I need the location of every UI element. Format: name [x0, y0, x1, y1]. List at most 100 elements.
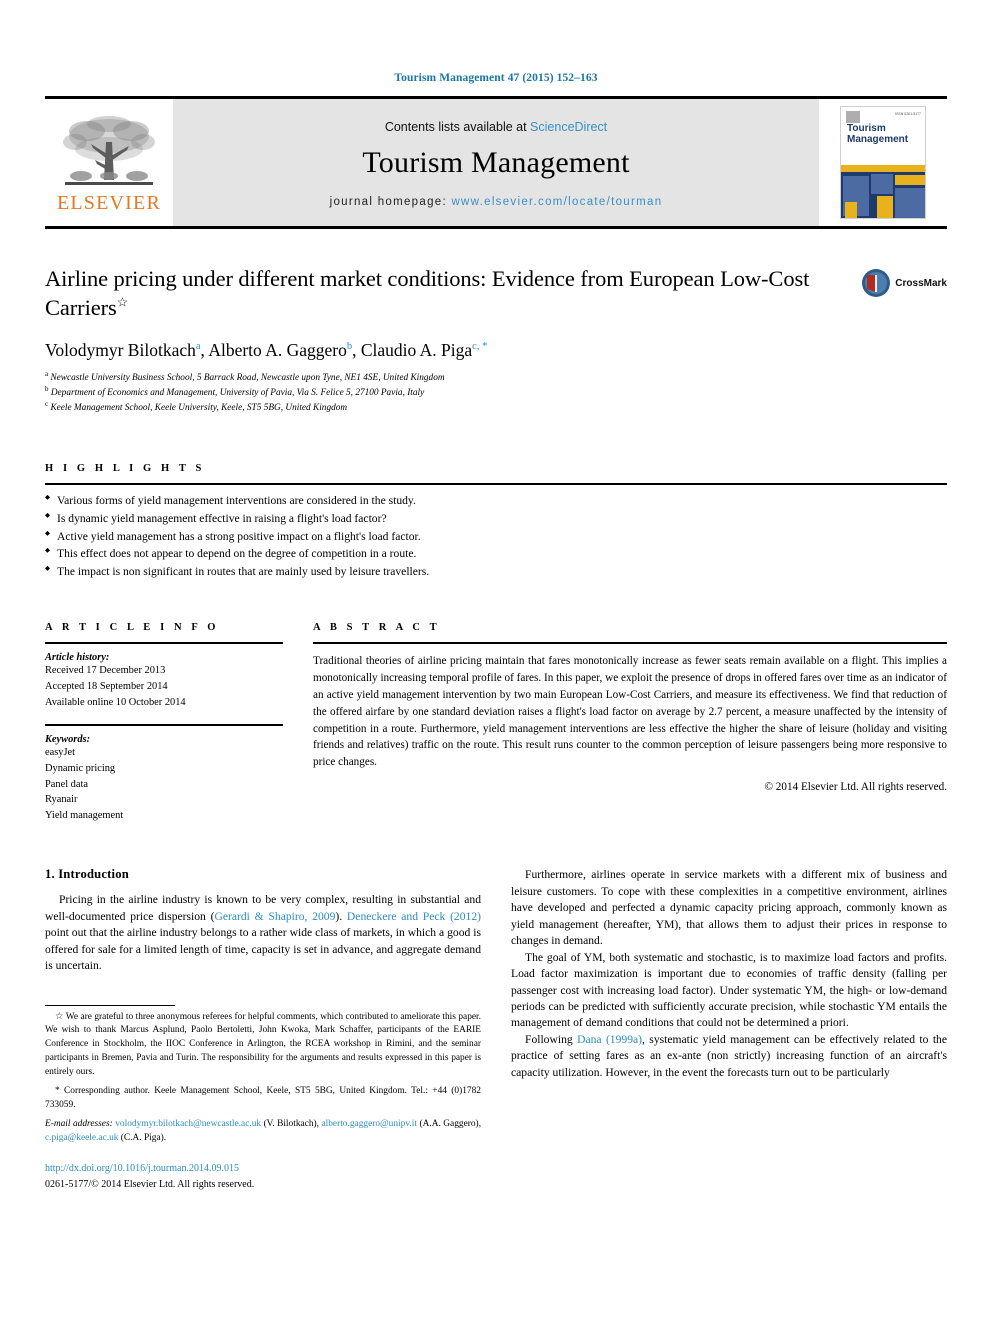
cover-elsevier-mark-icon: [846, 111, 860, 123]
journal-cover-thumbnail: ISSN 0261-5177 Tourism Management: [819, 99, 947, 226]
journal-masthead: ELSEVIER Contents lists available at Sci…: [45, 96, 947, 229]
article-history-accepted: Accepted 18 September 2014: [45, 681, 168, 693]
article-info-separator: [45, 724, 283, 727]
cover-title-line-2: Management: [847, 134, 909, 146]
article-info-label: A R T I C L E I N F O: [45, 622, 220, 634]
author-list: Volodymyr Bilotkacha, Alberto A. Gaggero…: [45, 340, 947, 361]
issn-copyright-line: 0261-5177/© 2014 Elsevier Ltd. All right…: [45, 1178, 255, 1190]
abstract-rule: [313, 642, 947, 645]
title-block: CrossMark Airline pricing under differen…: [45, 265, 947, 415]
footnote-acknowledgement: ☆ We are grateful to three anonymous ref…: [45, 1011, 481, 1080]
abstract-copyright: © 2014 Elsevier Ltd. All rights reserved…: [764, 781, 948, 794]
author-1: Volodymyr Bilotkach: [45, 339, 196, 360]
cover-title: Tourism Management: [847, 123, 908, 145]
email-owner-piga: (C.A. Piga): [120, 1133, 164, 1144]
affiliation-c-text: Keele Management School, Keele Universit…: [50, 403, 348, 414]
author-3: Claudio A. Piga: [360, 339, 473, 360]
journal-title: Tourism Management: [362, 145, 630, 179]
cover-issn: ISSN 0261-5177: [895, 112, 921, 116]
running-head: Tourism Management 47 (2015) 152–163: [394, 72, 598, 84]
abstract-label: A B S T R A C T: [313, 622, 441, 634]
keywords-heading: Keywords:: [45, 734, 91, 746]
article-history-online: Available online 10 October 2014: [45, 696, 186, 708]
crossmark-badge[interactable]: CrossMark: [861, 268, 947, 298]
masthead-center: Contents lists available at ScienceDirec…: [173, 99, 819, 226]
elsevier-logo: ELSEVIER: [45, 99, 173, 226]
sciencedirect-link[interactable]: ScienceDirect: [530, 120, 607, 134]
email-period: .: [163, 1133, 167, 1144]
intro-p1-part-b: ).: [335, 909, 347, 923]
footnote-corresponding-text: * Corresponding author. Keele Management…: [45, 1085, 481, 1110]
keyword-item: Ryanair: [45, 794, 78, 806]
title-footnote-marker: ☆: [116, 294, 129, 310]
elsevier-tree-icon: [63, 116, 155, 185]
email-link-piga[interactable]: c.piga@keele.ac.uk: [45, 1133, 118, 1143]
intro-paragraph-3: The goal of YM, both systematic and stoc…: [511, 950, 947, 1030]
list-item: Various forms of yield management interv…: [45, 492, 947, 510]
citation-deneckere-peck[interactable]: Deneckere and Peck (2012): [347, 910, 481, 923]
info-abstract-section: A R T I C L E I N F O Article history: R…: [45, 622, 947, 823]
page-title: Airline pricing under different market c…: [45, 265, 947, 323]
footnote-rule: [45, 1004, 175, 1006]
intro-p4-part-a: Following: [525, 1032, 578, 1046]
journal-homepage-line: journal homepage: www.elsevier.com/locat…: [330, 196, 663, 208]
email-addresses-label: E-mail addresses:: [45, 1119, 113, 1130]
intro-paragraph-4: Following Dana (1999a), systematic yield…: [511, 1032, 947, 1081]
article-history-heading: Article history:: [45, 652, 110, 664]
highlights-section: H I G H L I G H T S Various forms of yie…: [45, 463, 947, 580]
keyword-item: Dynamic pricing: [45, 762, 116, 774]
email-owner-gaggero: (A.A. Gaggero): [419, 1119, 479, 1130]
affiliation-a-text: Newcastle University Business School, 5 …: [50, 372, 445, 383]
article-info-rule: [45, 642, 283, 645]
abstract-text: Traditional theories of airline pricing …: [313, 655, 947, 769]
affiliation-a-marker: a: [45, 369, 49, 378]
paper-title-text: Airline pricing under different market c…: [45, 266, 810, 320]
footnote-corresponding-author: * Corresponding author. Keele Management…: [45, 1085, 481, 1113]
author-3-marker: c, *: [472, 340, 488, 352]
abstract-column: A B S T R A C T Traditional theories of …: [313, 622, 947, 823]
cover-photo: [841, 172, 925, 218]
intro-paragraph-1: Pricing in the airline industry is known…: [45, 892, 481, 974]
crossmark-label: CrossMark: [895, 277, 947, 289]
list-item: Is dynamic yield management effective in…: [45, 510, 947, 528]
citation-dana[interactable]: Dana (1999a): [577, 1033, 642, 1046]
highlights-label: H I G H L I G H T S: [45, 463, 205, 475]
homepage-url-link[interactable]: www.elsevier.com/locate/tourman: [451, 196, 662, 208]
list-item: Active yield management has a strong pos…: [45, 528, 947, 546]
affiliation-b: b Department of Economics and Management…: [45, 385, 947, 400]
list-item: This effect does not appear to depend on…: [45, 545, 947, 563]
homepage-prefix: journal homepage:: [329, 195, 452, 208]
section-heading-introduction: 1. Introduction: [45, 867, 129, 882]
affiliation-b-text: Department of Economics and Management, …: [50, 387, 425, 398]
doi-link[interactable]: http://dx.doi.org/10.1016/j.tourman.2014…: [45, 1163, 481, 1174]
article-page: Tourism Management 47 (2015) 152–163 ELS…: [0, 0, 992, 1192]
intro-p1-part-c: point out that the airline industry belo…: [45, 926, 481, 973]
affiliation-b-marker: b: [45, 384, 49, 393]
footnotes-block: ☆ We are grateful to three anonymous ref…: [45, 1004, 482, 1192]
cover-title-line-1: Tourism: [847, 123, 886, 134]
body-column-left: 1. Introduction Pricing in the airline i…: [45, 867, 481, 1192]
highlights-rule: [45, 483, 947, 486]
affiliation-a: a Newcastle University Business School, …: [45, 370, 947, 385]
intro-paragraph-2: Furthermore, airlines operate in service…: [511, 868, 947, 948]
keyword-item: Panel data: [45, 778, 88, 790]
keywords-group: Keywords: easyJet Dynamic pricing Panel …: [45, 734, 283, 823]
cover-image: ISSN 0261-5177 Tourism Management: [840, 106, 926, 219]
email-link-bilotkach[interactable]: volodymyr.bilotkach@newcastle.ac.uk: [115, 1119, 261, 1129]
email-sep-2: ,: [478, 1119, 482, 1130]
body-columns: 1. Introduction Pricing in the airline i…: [45, 867, 947, 1192]
article-history-received: Received 17 December 2013: [45, 665, 166, 677]
cover-top: ISSN 0261-5177 Tourism Management: [841, 107, 925, 165]
keyword-item: easyJet: [45, 747, 76, 759]
highlights-list: Various forms of yield management interv…: [45, 492, 947, 580]
email-link-gaggero[interactable]: alberto.gaggero@unipv.it: [321, 1119, 417, 1129]
crossmark-icon: [862, 269, 891, 297]
footnote-acknowledgement-text: ☆ We are grateful to three anonymous ref…: [45, 1011, 481, 1077]
elsevier-wordmark: ELSEVIER: [56, 192, 162, 214]
author-2: Alberto A. Gaggero: [208, 339, 347, 360]
body-column-right: Furthermore, airlines operate in service…: [511, 867, 947, 1192]
affiliation-c: c Keele Management School, Keele Univers…: [45, 400, 947, 415]
citation-gerardi-shapiro[interactable]: Gerardi & Shapiro, 2009: [215, 910, 336, 923]
article-history-group: Article history: Received 17 December 20…: [45, 652, 283, 710]
list-item: The impact is non significant in routes …: [45, 563, 947, 581]
